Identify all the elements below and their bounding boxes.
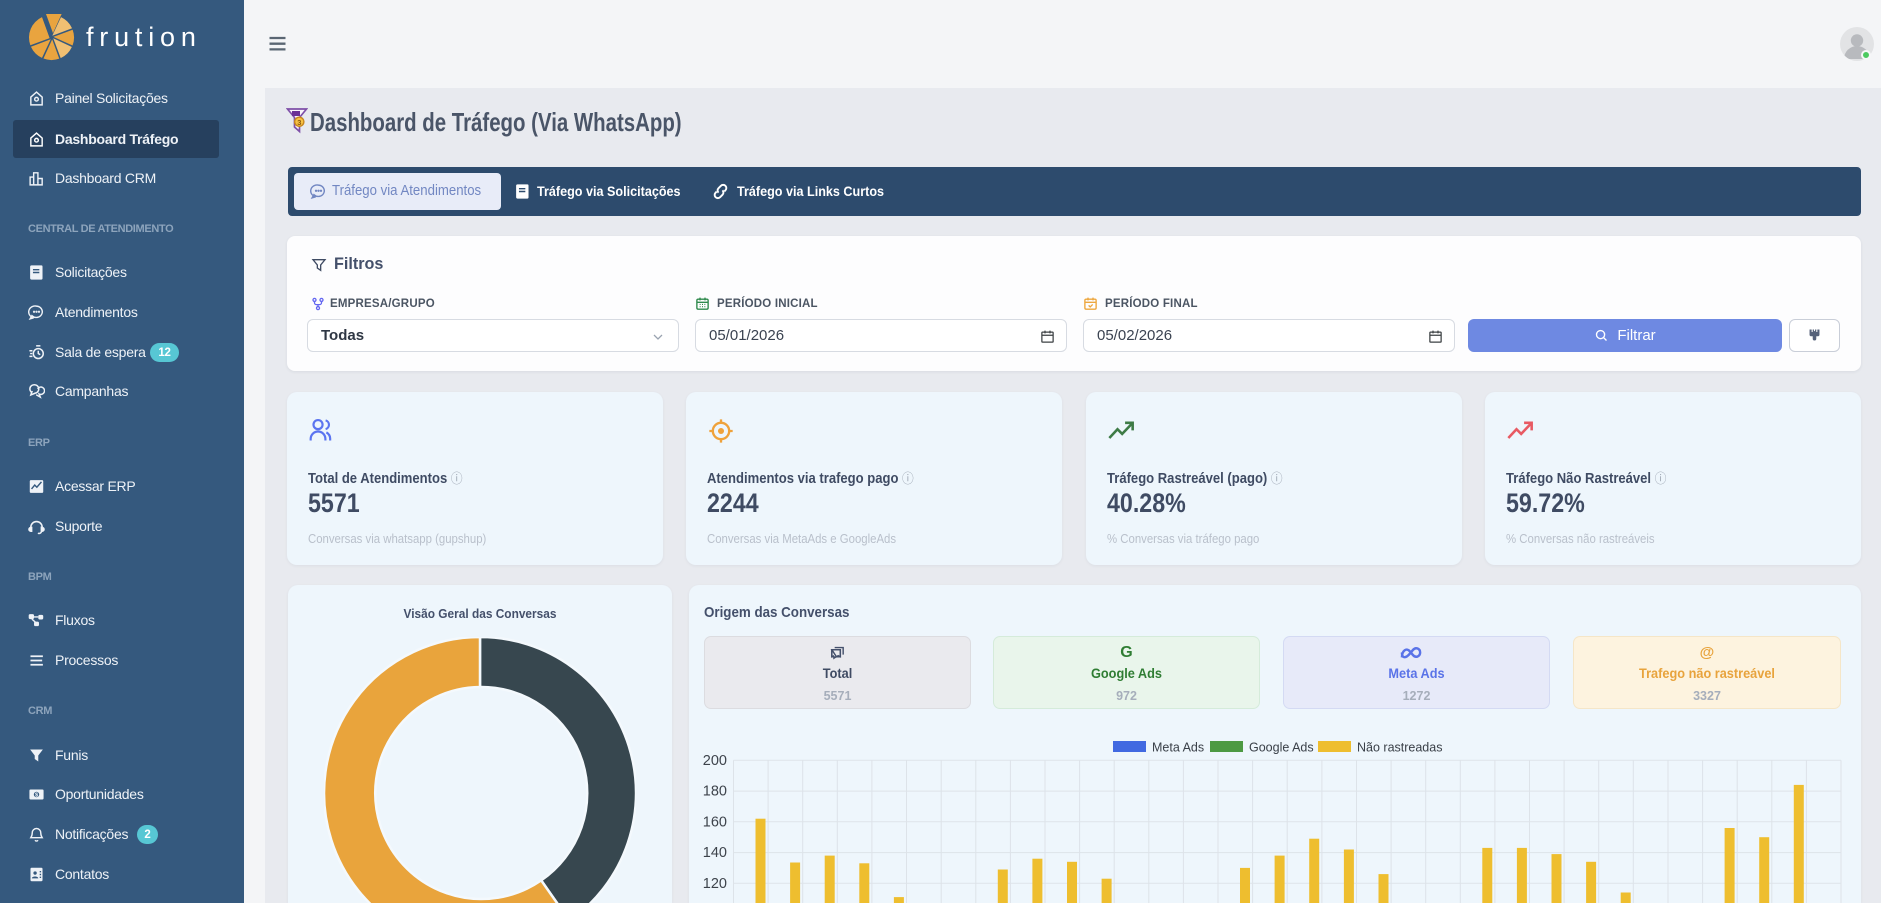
svg-text:Meta Ads: Meta Ads xyxy=(1152,741,1204,755)
svg-text:140: 140 xyxy=(703,845,727,861)
svg-text:120: 120 xyxy=(703,876,727,892)
svg-text:160: 160 xyxy=(703,814,727,830)
svg-text:200: 200 xyxy=(703,753,727,769)
svg-text:180: 180 xyxy=(703,784,727,800)
svg-text:3: 3 xyxy=(297,118,301,127)
svg-text:Google Ads: Google Ads xyxy=(1249,741,1314,755)
svg-text:Não rastreadas: Não rastreadas xyxy=(1357,741,1442,755)
